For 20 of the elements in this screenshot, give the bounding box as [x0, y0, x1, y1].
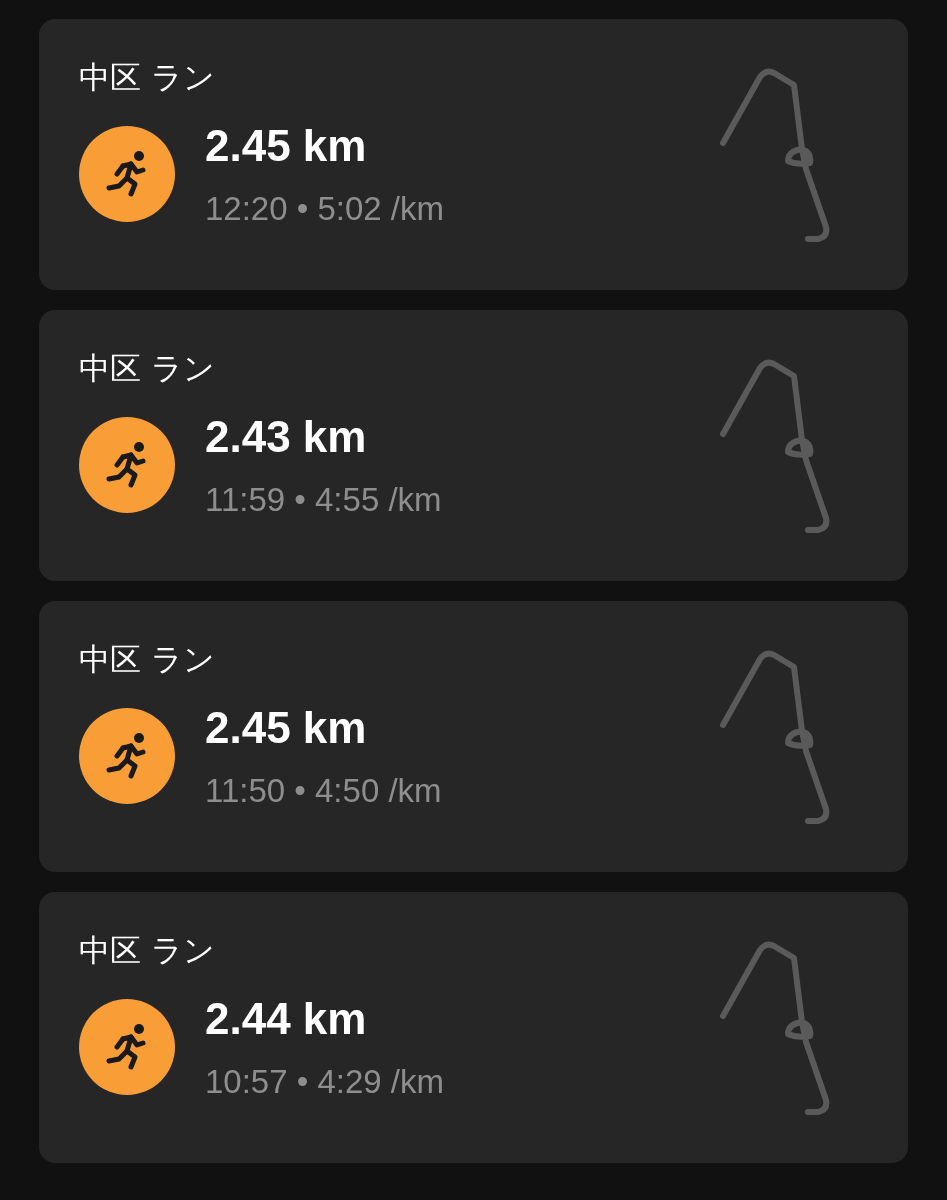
- distance-text: 2.45 km: [205, 120, 368, 173]
- activity-card[interactable]: 中区 ラン 2.43 km 11:59 • 4:55 /km: [39, 310, 908, 581]
- duration-pace-text: 11:59 • 4:55 /km: [205, 480, 442, 520]
- distance-text: 2.44 km: [205, 993, 368, 1046]
- activity-title: 中区 ラン: [79, 350, 216, 388]
- duration-pace-text: 11:50 • 4:50 /km: [205, 771, 442, 811]
- duration-pace-text: 12:20 • 5:02 /km: [205, 189, 445, 229]
- activity-title: 中区 ラン: [79, 932, 216, 970]
- activity-title: 中区 ラン: [79, 641, 216, 679]
- activity-card[interactable]: 中区 ラン 2.45 km 11:50 • 4:50 /km: [39, 601, 908, 872]
- activity-title: 中区 ラン: [79, 59, 216, 97]
- runner-icon: [79, 417, 175, 514]
- runner-icon: [79, 999, 175, 1096]
- distance-text: 2.45 km: [205, 702, 368, 755]
- runner-icon: [79, 708, 175, 805]
- activity-card[interactable]: 中区 ラン 2.44 km 10:57 • 4:29 /km: [39, 892, 908, 1163]
- runner-icon: [79, 126, 175, 223]
- activity-card[interactable]: 中区 ラン 2.45 km 12:20 • 5:02 /km: [39, 19, 908, 290]
- distance-text: 2.43 km: [205, 411, 368, 464]
- duration-pace-text: 10:57 • 4:29 /km: [205, 1062, 445, 1102]
